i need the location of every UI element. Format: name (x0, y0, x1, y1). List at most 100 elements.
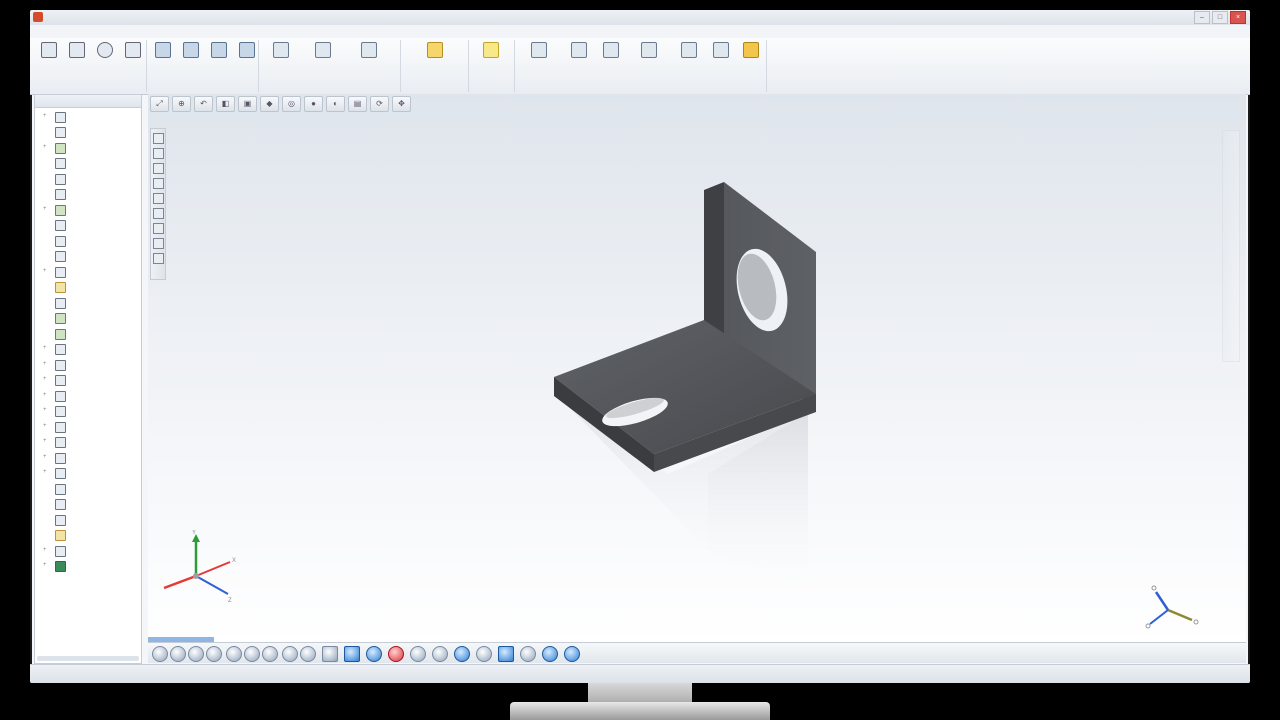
tree-item[interactable] (35, 188, 141, 200)
extrude-button[interactable] (150, 42, 176, 61)
tree-item[interactable]: + (35, 204, 141, 216)
view-left-icon[interactable] (188, 646, 204, 662)
expand-icon[interactable]: + (43, 345, 47, 351)
view-triad[interactable] (1128, 580, 1208, 640)
tree-item[interactable] (35, 529, 141, 541)
expand-icon[interactable]: + (43, 206, 47, 212)
tree-item[interactable] (35, 126, 141, 138)
l-bracket-model[interactable] (148, 94, 1246, 642)
expand-icon[interactable]: + (43, 438, 47, 444)
tree-item[interactable]: + (35, 436, 141, 448)
smart-dimension-button[interactable] (36, 42, 62, 61)
measure-button[interactable] (566, 42, 592, 61)
tree-header (35, 95, 141, 108)
tree-item[interactable] (35, 219, 141, 231)
expand-icon[interactable]: + (43, 454, 47, 460)
curves-button[interactable] (478, 42, 504, 61)
graphics-viewport[interactable]: ⤢ ⊕ ↶ ◧ ▣ ◆ ◎ ● ◐ ▤ ⟳ ✥ Y X Z (148, 94, 1246, 642)
tree-item[interactable] (35, 235, 141, 247)
options-button[interactable] (738, 42, 764, 61)
tree-item[interactable] (35, 157, 141, 169)
tree-item[interactable] (35, 297, 141, 309)
feature-icon (55, 375, 66, 386)
expand-icon[interactable]: + (43, 144, 47, 150)
loft-button[interactable] (234, 42, 260, 61)
shadows-icon[interactable] (432, 646, 448, 662)
tree-item[interactable]: + (35, 560, 141, 572)
perspective-icon[interactable] (476, 646, 492, 662)
revolve-button[interactable] (178, 42, 204, 61)
tree-item[interactable] (35, 312, 141, 324)
expand-icon[interactable]: + (43, 376, 47, 382)
cartoon-icon[interactable] (498, 646, 514, 662)
expand-icon[interactable]: + (43, 547, 47, 553)
tree-item[interactable] (35, 514, 141, 526)
minimize-button[interactable]: – (1194, 11, 1210, 24)
expand-icon[interactable]: + (43, 423, 47, 429)
feature-icon (55, 220, 66, 231)
wireframe-icon[interactable] (322, 646, 338, 662)
view-front-icon[interactable] (152, 646, 168, 662)
view-bottom-icon[interactable] (244, 646, 260, 662)
hidden-lines-icon[interactable] (366, 646, 382, 662)
tree-horizontal-scrollbar[interactable] (37, 656, 139, 661)
zoom-icon[interactable] (542, 646, 558, 662)
tree-item[interactable]: + (35, 452, 141, 464)
help-icon[interactable] (564, 646, 580, 662)
close-button[interactable]: × (1230, 11, 1246, 24)
view-top-icon[interactable] (226, 646, 242, 662)
app-window: – □ × + + + + + + + + + + + + + + + ⤢ ⊕ … (30, 10, 1250, 683)
tree-item[interactable]: + (35, 467, 141, 479)
tree-item[interactable]: + (35, 421, 141, 433)
tree-item[interactable]: + (35, 359, 141, 371)
instant3d-button[interactable] (526, 42, 552, 61)
analysis-button[interactable] (708, 42, 734, 61)
pattern-button[interactable] (356, 42, 382, 61)
expand-icon[interactable]: + (43, 469, 47, 475)
loft-icon (239, 42, 255, 58)
view-right-icon[interactable] (206, 646, 222, 662)
circle-button[interactable] (92, 42, 118, 61)
realview-icon[interactable] (410, 646, 426, 662)
view-back-icon[interactable] (170, 646, 186, 662)
expand-icon[interactable]: + (43, 392, 47, 398)
tree-item[interactable] (35, 173, 141, 185)
tree-item[interactable] (35, 250, 141, 262)
expand-icon[interactable]: + (43, 361, 47, 367)
tree-item[interactable]: + (35, 405, 141, 417)
tree-item[interactable]: + (35, 343, 141, 355)
expand-icon[interactable]: + (43, 268, 47, 274)
camera-icon[interactable] (520, 646, 536, 662)
check-button[interactable] (676, 42, 702, 61)
tree-item[interactable]: + (35, 390, 141, 402)
maximize-button[interactable]: □ (1212, 11, 1228, 24)
record-icon[interactable] (388, 646, 404, 662)
expand-icon[interactable]: + (43, 407, 47, 413)
expand-icon[interactable]: + (43, 113, 47, 119)
sweep-button[interactable] (206, 42, 232, 61)
view-iso-icon[interactable] (262, 646, 278, 662)
section-properties-button[interactable] (636, 42, 662, 61)
fillet-button[interactable] (268, 42, 294, 61)
tree-item[interactable]: + (35, 266, 141, 278)
view-trimetric-icon[interactable] (300, 646, 316, 662)
tree-item[interactable]: + (35, 374, 141, 386)
chamfer-button[interactable] (310, 42, 336, 61)
ambient-occlusion-icon[interactable] (454, 646, 470, 662)
rectangle-button[interactable] (120, 42, 146, 61)
shaded-icon[interactable] (344, 646, 360, 662)
tree-item[interactable]: + (35, 545, 141, 557)
tree-item[interactable] (35, 281, 141, 293)
expand-icon[interactable]: + (43, 562, 47, 568)
tree-item[interactable]: + (35, 111, 141, 123)
tree-item[interactable] (35, 483, 141, 495)
tree-item[interactable] (35, 328, 141, 340)
view-dimetric-icon[interactable] (282, 646, 298, 662)
reference-geometry-button[interactable] (422, 42, 448, 61)
mass-properties-button[interactable] (598, 42, 624, 61)
reference-triad[interactable]: Y X Z (152, 530, 242, 610)
app-logo-icon[interactable] (33, 12, 43, 22)
tree-item[interactable]: + (35, 142, 141, 154)
tree-item[interactable] (35, 498, 141, 510)
line-button[interactable] (64, 42, 90, 61)
